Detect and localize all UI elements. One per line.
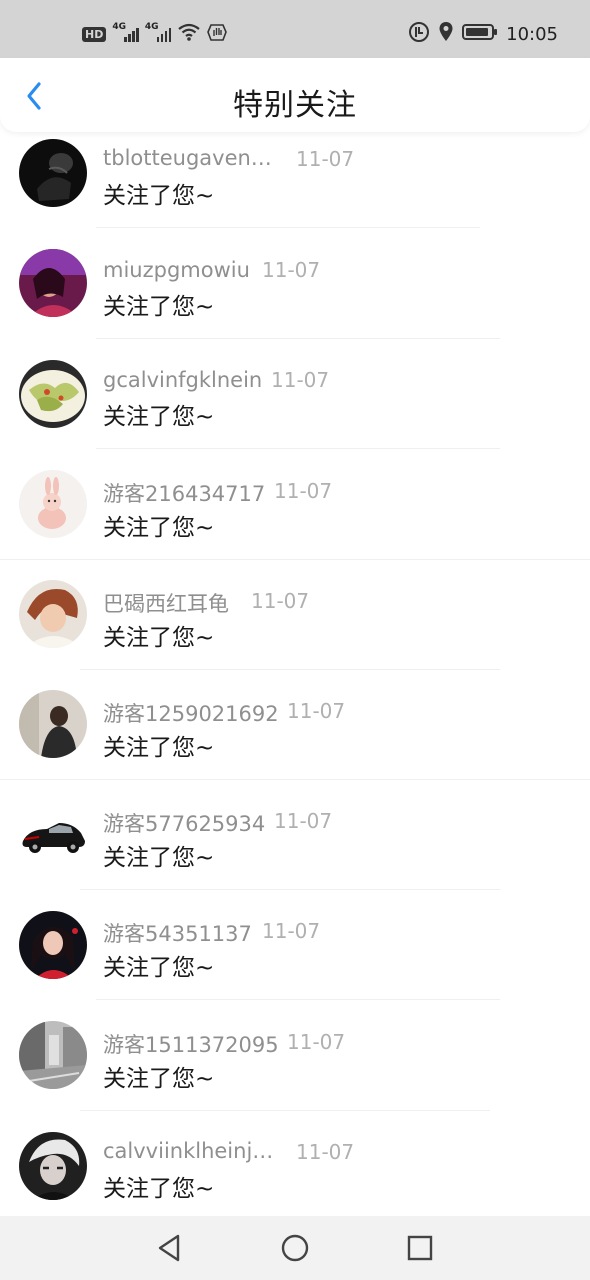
list-item[interactable]: 游客577625934 11-07 关注了您~ — [0, 794, 590, 904]
avatar — [19, 360, 87, 428]
item-date: 11-07 — [274, 809, 333, 833]
item-message: 关注了您~ — [103, 955, 215, 981]
location-icon — [438, 21, 454, 47]
navigation-bar — [0, 1216, 590, 1280]
signal-icon: 4G — [145, 22, 172, 42]
list-item[interactable]: 游客1511372095 11-07 关注了您~ — [0, 1014, 590, 1124]
list-item[interactable]: 游客1259021692 11-07 关注了您~ — [0, 683, 590, 793]
item-name: gcalvinfgklnein — [103, 368, 263, 392]
item-date: 11-07 — [262, 919, 321, 943]
signal-tag: 4G — [144, 22, 159, 32]
status-right-icons: 10:05 — [408, 21, 558, 47]
item-message: 关注了您~ — [103, 1066, 215, 1092]
item-message: 关注了您~ — [103, 294, 215, 320]
divider — [0, 559, 590, 560]
item-date: 11-07 — [262, 258, 321, 282]
item-name: 游客54351137 — [103, 922, 252, 946]
nav-home-button[interactable] — [277, 1230, 313, 1266]
list-item[interactable]: 巴碣西红耳龟 11-07 关注了您~ — [0, 573, 590, 683]
list-item[interactable]: 游客54351137 11-07 关注了您~ — [0, 904, 590, 1014]
avatar — [19, 1132, 87, 1200]
item-date: 11-07 — [287, 1030, 346, 1054]
header: 特别关注 — [0, 58, 590, 132]
item-message: 关注了您~ — [103, 845, 215, 871]
page-title: 特别关注 — [233, 88, 357, 123]
item-message: 关注了您~ — [103, 515, 215, 541]
avatar — [19, 911, 87, 979]
item-name: miuzpgmowiu — [103, 258, 250, 282]
avatar — [19, 690, 87, 758]
item-message: 关注了您~ — [103, 183, 215, 209]
status-time: 10:05 — [506, 23, 558, 45]
list-item[interactable]: gcalvinfgklnein 11-07 关注了您~ — [0, 353, 590, 463]
divider — [96, 448, 500, 449]
item-date: 11-07 — [251, 589, 310, 613]
item-message: 关注了您~ — [103, 1176, 215, 1202]
divider — [80, 669, 500, 670]
divider — [96, 999, 500, 1000]
item-name: 游客1259021692 — [103, 702, 279, 726]
recents-square-icon — [407, 1235, 433, 1261]
item-name: 游客577625934 — [103, 812, 266, 836]
avatar — [19, 139, 87, 207]
list-item[interactable]: tblotteugaven… 11-07 关注了您~ — [0, 132, 590, 242]
item-name: 游客216434717 — [103, 482, 266, 506]
battery-icon — [462, 22, 498, 46]
signal-tag: 4G — [112, 22, 126, 32]
list-item[interactable]: miuzpgmowiu 11-07 关注了您~ — [0, 242, 590, 352]
list-item[interactable]: calvviinklheinj… 11-07 关注了您~ — [0, 1125, 590, 1216]
nav-back-button[interactable] — [151, 1230, 187, 1266]
divider — [80, 1110, 490, 1111]
item-date: 11-07 — [296, 147, 355, 171]
avatar — [19, 249, 87, 317]
item-name: tblotteugaven… — [103, 146, 272, 170]
wifi-icon — [177, 22, 201, 46]
item-date: 11-07 — [271, 368, 330, 392]
item-date: 11-07 — [296, 1140, 355, 1164]
hd-icon: HD — [82, 26, 107, 42]
list-item[interactable]: 游客216434717 11-07 关注了您~ — [0, 463, 590, 573]
data-saver-icon — [408, 21, 430, 47]
item-date: 11-07 — [274, 479, 333, 503]
divider — [80, 889, 500, 890]
hand-icon — [207, 22, 228, 46]
item-name: 巴碣西红耳龟 — [103, 592, 229, 616]
avatar — [19, 1021, 87, 1089]
status-left-icons: HD 4G 4G — [82, 21, 228, 47]
avatar — [19, 470, 87, 538]
notification-list: tblotteugaven… 11-07 关注了您~ miuzpgmowiu 1… — [0, 132, 590, 1216]
status-bar: HD 4G 4G 10:05 — [0, 0, 590, 58]
avatar — [19, 580, 87, 648]
signal-icon: 4G — [112, 22, 139, 42]
item-name: calvviinklheinj… — [103, 1139, 274, 1163]
divider — [96, 338, 500, 339]
nav-recents-button[interactable] — [402, 1230, 438, 1266]
item-message: 关注了您~ — [103, 735, 215, 761]
divider — [0, 779, 590, 780]
home-circle-icon — [281, 1234, 309, 1262]
item-message: 关注了您~ — [103, 625, 215, 651]
back-triangle-icon — [158, 1234, 180, 1262]
item-message: 关注了您~ — [103, 404, 215, 430]
item-name: 游客1511372095 — [103, 1033, 279, 1057]
item-date: 11-07 — [287, 699, 346, 723]
avatar — [19, 801, 87, 869]
divider — [96, 227, 480, 228]
